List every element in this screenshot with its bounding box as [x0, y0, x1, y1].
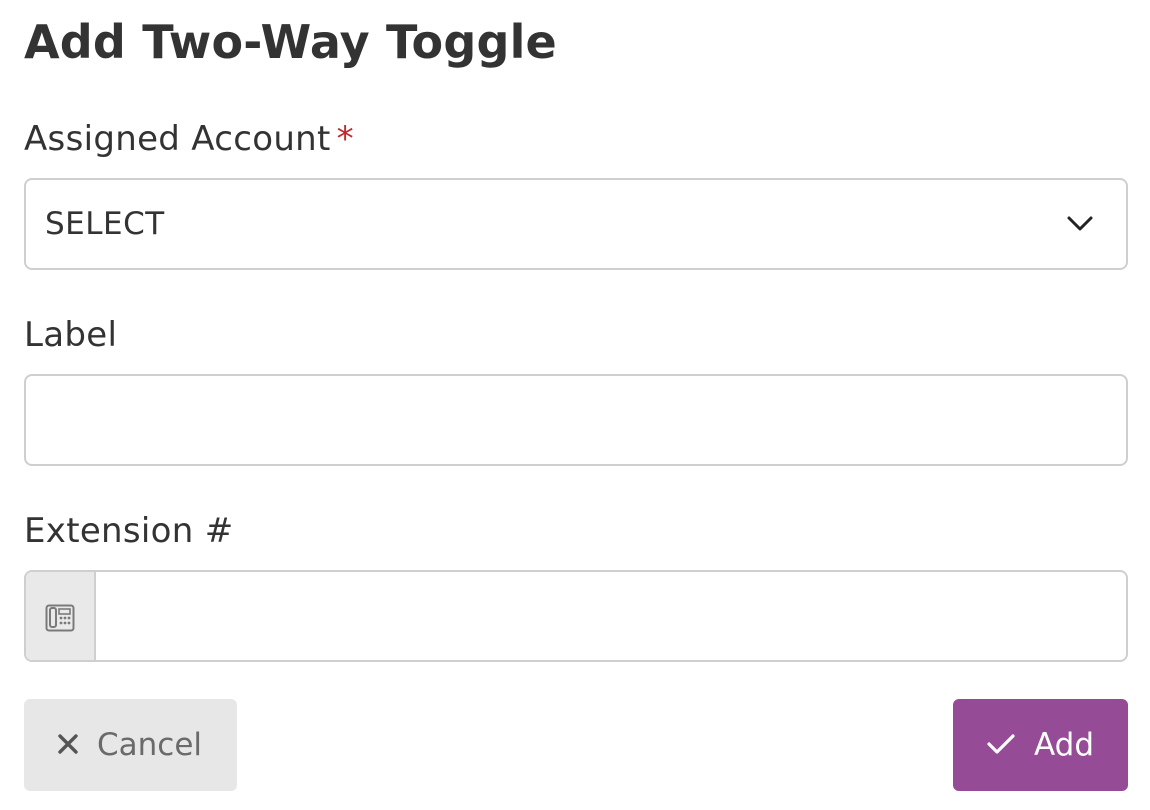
- extension-field-label: Extension #: [24, 511, 234, 551]
- assigned-account-select[interactable]: SELECT: [24, 178, 1128, 270]
- assigned-account-label-text: Assigned Account: [24, 119, 331, 159]
- cancel-button[interactable]: Cancel: [24, 699, 237, 791]
- add-button-label: Add: [1034, 727, 1095, 763]
- assigned-account-label: Assigned Account *: [24, 119, 354, 159]
- close-icon: [58, 734, 78, 754]
- label-field-label: Label: [24, 315, 118, 355]
- check-icon: [987, 734, 1015, 754]
- label-field[interactable]: [24, 374, 1128, 466]
- chevron-down-icon: [1067, 216, 1093, 231]
- required-marker: *: [336, 119, 354, 159]
- cancel-button-label: Cancel: [97, 727, 203, 763]
- desk-phone-icon: [45, 604, 75, 632]
- extension-addon: [26, 572, 96, 660]
- extension-input[interactable]: [114, 572, 1114, 660]
- assigned-account-selected-value: SELECT: [45, 206, 165, 242]
- extension-field[interactable]: [24, 570, 1128, 662]
- dialog-title: Add Two-Way Toggle: [24, 15, 557, 69]
- add-button[interactable]: Add: [953, 699, 1128, 791]
- label-input[interactable]: [44, 376, 1112, 466]
